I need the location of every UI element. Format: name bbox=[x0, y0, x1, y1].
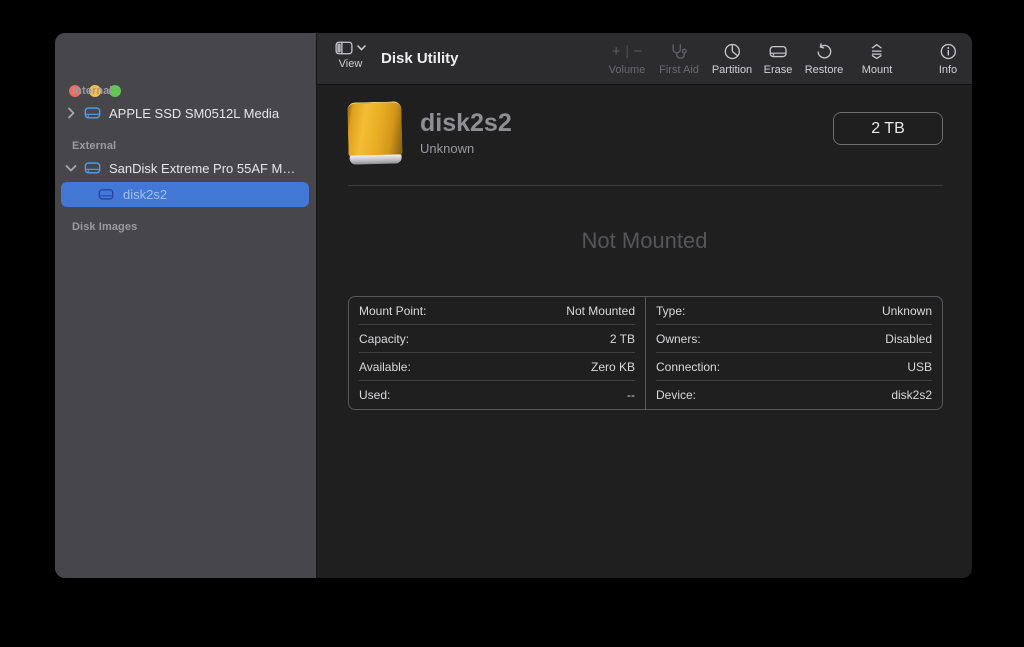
detail-value: USB bbox=[907, 360, 932, 374]
header-divider bbox=[348, 185, 943, 186]
sidebar: Internal APPLE SSD SM0512L Media Externa… bbox=[55, 33, 317, 578]
sidebar-section-internal: Internal bbox=[72, 85, 113, 97]
detail-label: Available: bbox=[359, 360, 411, 374]
sidebar-toggle-icon bbox=[335, 41, 353, 55]
info-circle-icon bbox=[939, 40, 957, 62]
detail-value: Disabled bbox=[885, 332, 932, 346]
sidebar-item-disk2s2-selected[interactable]: disk2s2 bbox=[61, 182, 309, 207]
erase-drive-icon bbox=[764, 40, 793, 62]
toolbar-button-label: Info bbox=[939, 64, 957, 76]
chevron-right-icon[interactable] bbox=[61, 107, 81, 119]
window-title: Disk Utility bbox=[381, 50, 459, 67]
plus-minus-icon: +− bbox=[609, 40, 646, 62]
toolbar-info-button[interactable]: Info bbox=[939, 40, 957, 76]
sidebar-item-label: disk2s2 bbox=[123, 187, 167, 202]
detail-row-mount-point: Mount Point: Not Mounted bbox=[359, 297, 635, 325]
toolbar: View Disk Utility +− Volume First Aid bbox=[317, 33, 972, 85]
detail-value: disk2s2 bbox=[891, 388, 932, 402]
view-button[interactable]: View bbox=[335, 41, 366, 70]
detail-row-used: Used: -- bbox=[359, 381, 635, 409]
detail-row-owners: Owners: Disabled bbox=[656, 325, 932, 353]
toolbar-erase-button[interactable]: Erase bbox=[764, 40, 793, 76]
toolbar-button-label: Erase bbox=[764, 64, 793, 76]
internal-drive-icon bbox=[81, 106, 103, 120]
detail-row-type: Type: Unknown bbox=[656, 297, 932, 325]
toolbar-restore-button[interactable]: Restore bbox=[805, 40, 844, 76]
detail-row-device: Device: disk2s2 bbox=[656, 381, 932, 409]
detail-label: Device: bbox=[656, 388, 696, 402]
toolbar-mount-button[interactable]: Mount bbox=[862, 40, 893, 76]
mount-stack-icon bbox=[862, 40, 893, 62]
main-panel: View Disk Utility +− Volume First Aid bbox=[317, 33, 972, 578]
detail-value: -- bbox=[627, 388, 635, 402]
disk-name-heading: disk2s2 bbox=[420, 109, 512, 138]
disk-details-table: Mount Point: Not Mounted Capacity: 2 TB … bbox=[348, 296, 943, 410]
detail-label: Type: bbox=[656, 304, 685, 318]
detail-value: Zero KB bbox=[591, 360, 635, 374]
restore-arrow-icon bbox=[805, 40, 844, 62]
toolbar-volume-button[interactable]: +− Volume bbox=[609, 40, 646, 76]
detail-value: 2 TB bbox=[610, 332, 635, 346]
detail-value: Not Mounted bbox=[566, 304, 635, 318]
toolbar-first-aid-button[interactable]: First Aid bbox=[659, 40, 699, 76]
detail-label: Capacity: bbox=[359, 332, 409, 346]
content-area: disk2s2 Unknown 2 TB Not Mounted Mount P… bbox=[317, 85, 972, 578]
detail-row-available: Available: Zero KB bbox=[359, 353, 635, 381]
external-drive-icon bbox=[81, 161, 103, 175]
details-right-column: Type: Unknown Owners: Disabled Connectio… bbox=[645, 297, 942, 409]
gold-external-drive-icon bbox=[347, 101, 403, 164]
detail-value: Unknown bbox=[882, 304, 932, 318]
detail-label: Owners: bbox=[656, 332, 701, 346]
disk-size-button[interactable]: 2 TB bbox=[833, 112, 943, 145]
mount-status-text: Not Mounted bbox=[317, 228, 972, 254]
disk-utility-window: Internal APPLE SSD SM0512L Media Externa… bbox=[55, 33, 972, 578]
toolbar-partition-button[interactable]: Partition bbox=[712, 40, 752, 76]
detail-label: Used: bbox=[359, 388, 390, 402]
toolbar-button-label: Volume bbox=[609, 64, 646, 76]
stethoscope-icon bbox=[659, 40, 699, 62]
chevron-down-icon bbox=[357, 45, 366, 51]
detail-label: Connection: bbox=[656, 360, 720, 374]
chevron-down-icon[interactable] bbox=[61, 164, 81, 172]
details-left-column: Mount Point: Not Mounted Capacity: 2 TB … bbox=[349, 297, 645, 409]
disk-format-subtitle: Unknown bbox=[420, 141, 512, 156]
sidebar-item-sandisk[interactable]: SanDisk Extreme Pro 55AF M… bbox=[61, 156, 309, 180]
sidebar-item-label: APPLE SSD SM0512L Media bbox=[109, 106, 279, 121]
view-button-label: View bbox=[335, 58, 366, 70]
volume-icon bbox=[95, 188, 117, 201]
detail-label: Mount Point: bbox=[359, 304, 426, 318]
toolbar-button-label: Mount bbox=[862, 64, 893, 76]
toolbar-button-label: Restore bbox=[805, 64, 844, 76]
sidebar-section-external: External bbox=[72, 140, 116, 152]
detail-row-capacity: Capacity: 2 TB bbox=[359, 325, 635, 353]
toolbar-button-label: First Aid bbox=[659, 64, 699, 76]
detail-row-connection: Connection: USB bbox=[656, 353, 932, 381]
toolbar-button-label: Partition bbox=[712, 64, 752, 76]
sidebar-item-apple-ssd[interactable]: APPLE SSD SM0512L Media bbox=[61, 101, 309, 125]
sidebar-item-label: SanDisk Extreme Pro 55AF M… bbox=[109, 161, 295, 176]
sidebar-section-disk-images: Disk Images bbox=[72, 221, 137, 233]
pie-chart-icon bbox=[712, 40, 752, 62]
